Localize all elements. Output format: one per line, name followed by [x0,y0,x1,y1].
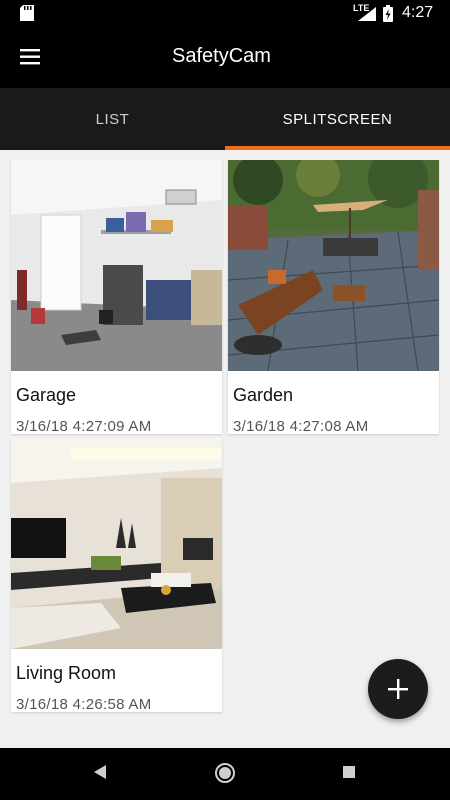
sd-card-icon [20,5,34,21]
recents-icon[interactable] [342,765,356,779]
camera-timestamp: 3/16/18 4:27:08 AM [233,418,369,435]
app-bar: SafetyCam [0,26,450,88]
camera-thumbnail-living-room [11,438,222,649]
camera-thumbnail-garden [228,160,439,371]
plus-icon [388,679,408,699]
camera-thumbnail-garage [11,160,222,371]
tab-splitscreen[interactable]: SPLITSCREEN [225,88,450,150]
camera-name: Living Room [16,663,117,683]
app-title: SafetyCam [172,45,271,67]
home-icon[interactable] [214,762,236,784]
hamburger-menu-icon[interactable] [18,46,44,68]
status-time: 4:27 [402,4,434,21]
tab-list-label: LIST [95,110,130,128]
battery-charging-icon [383,5,393,22]
tab-list[interactable]: LIST [0,88,225,150]
camera-card-garden[interactable]: Garden 3/16/18 4:27:08 AM [228,160,439,435]
signal-icon [358,7,376,21]
camera-card-living-room[interactable]: Living Room 3/16/18 4:26:58 AM [11,438,222,713]
tab-splitscreen-label: SPLITSCREEN [282,110,393,128]
system-navigation-bar [0,748,450,800]
status-bar: LTE 4:27 [0,0,450,26]
camera-timestamp: 3/16/18 4:26:58 AM [16,696,152,713]
tab-bar: LIST SPLITSCREEN [0,88,450,150]
camera-grid: Garage 3/16/18 4:27:09 AM Garden 3/16/18… [0,150,450,750]
back-icon[interactable] [92,763,108,781]
camera-name: Garden [233,385,294,405]
camera-card-garage[interactable]: Garage 3/16/18 4:27:09 AM [11,160,222,435]
camera-timestamp: 3/16/18 4:27:09 AM [16,418,152,435]
camera-name: Garage [16,385,77,405]
add-camera-button[interactable] [368,659,428,719]
